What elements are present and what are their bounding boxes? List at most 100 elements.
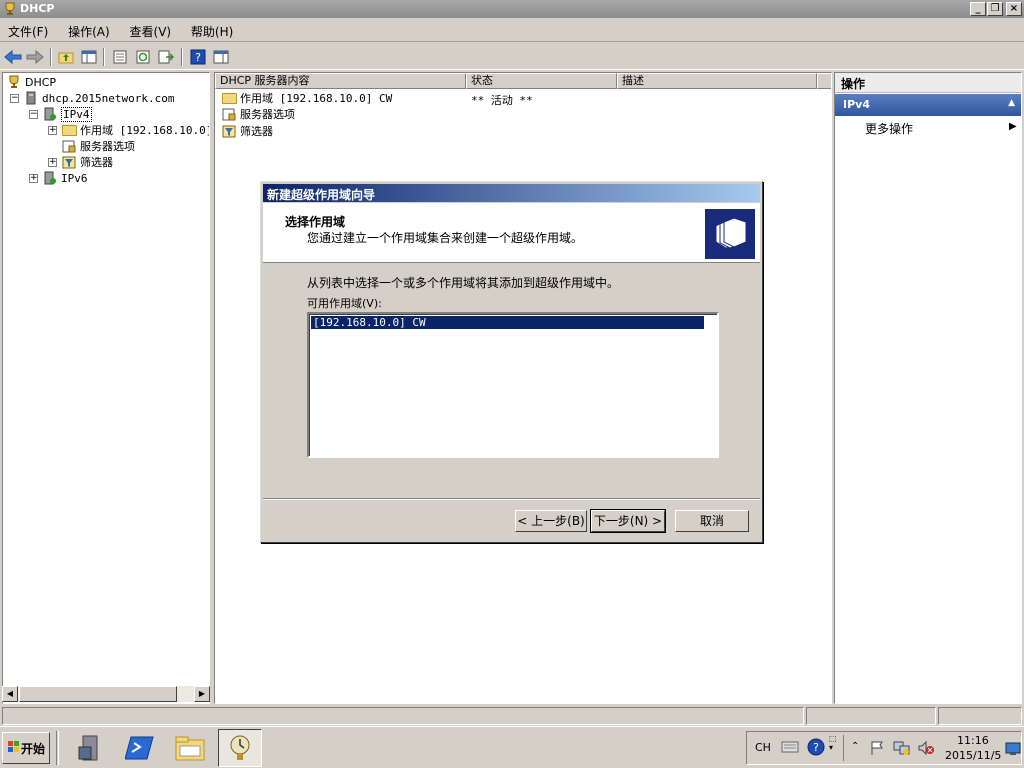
restore-button[interactable]: ❐ — [987, 2, 1003, 16]
wizard-heading: 选择作用域 — [285, 215, 346, 229]
actions-section-ipv4[interactable]: IPv4 ▲ — [835, 94, 1021, 116]
wizard-folders-icon — [705, 209, 755, 259]
row-name: 筛选器 — [240, 125, 273, 138]
tree-item-scope[interactable]: + 作用域 [192.168.10.0] CW — [48, 122, 210, 138]
expand-toggle[interactable]: + — [48, 157, 57, 167]
available-scopes-label: 可用作用域(V): — [307, 297, 382, 310]
volume-muted-icon[interactable] — [917, 740, 935, 759]
available-scopes-list[interactable]: [192.168.10.0] CW — [307, 312, 719, 458]
expand-toggle[interactable]: + — [48, 125, 57, 135]
forward-arrow-icon[interactable] — [25, 47, 45, 67]
toolbar-separator — [181, 48, 183, 66]
tree-item-ipv4[interactable]: − IPv4 — [29, 106, 92, 122]
toolbar-separator — [50, 48, 52, 66]
server-manager-icon[interactable] — [68, 729, 112, 767]
column-header-status[interactable]: 状态 — [466, 73, 617, 89]
tree-horizontal-scrollbar[interactable]: ◀ ▶ — [2, 686, 210, 702]
wizard-instruction: 从列表中选择一个或多个作用域将其添加到超级作用域中。 — [307, 276, 620, 290]
filter-icon — [61, 155, 77, 169]
collapse-toggle[interactable]: − — [29, 109, 38, 119]
dhcp-icon[interactable] — [218, 729, 262, 767]
server-icon — [23, 91, 39, 105]
list-item[interactable]: 筛选器 — [221, 123, 273, 139]
tree-item-filters[interactable]: + 筛选器 — [48, 154, 113, 170]
more-actions-label: 更多操作 — [865, 122, 914, 136]
tree-item-dhcp-root[interactable]: DHCP — [6, 74, 56, 90]
window-title-bar[interactable]: DHCP _ ❐ × — [0, 0, 1024, 18]
collapse-up-icon[interactable]: ▲ — [1008, 98, 1015, 108]
expand-toggle[interactable]: + — [29, 173, 38, 183]
dialog-separator — [263, 498, 760, 500]
collapse-toggle[interactable]: − — [10, 93, 19, 103]
actions-pane: 操作 IPv4 ▲ 更多操作 ▶ — [834, 72, 1022, 704]
svg-text:?: ? — [813, 741, 819, 754]
windows-logo-icon — [7, 740, 21, 757]
row-name: 作用域 [192.168.10.0] CW — [240, 92, 393, 105]
export-list-icon[interactable] — [156, 47, 176, 67]
back-arrow-icon[interactable] — [3, 47, 23, 67]
status-segment — [938, 707, 1022, 725]
list-item[interactable]: 服务器选项 — [221, 106, 295, 122]
submenu-arrow-icon: ▶ — [1009, 121, 1017, 132]
dhcp-trophy-icon — [3, 2, 17, 16]
toolbar-separator — [103, 48, 105, 66]
next-button[interactable]: 下一步(N) > — [590, 509, 666, 533]
help-icon[interactable]: ? — [807, 738, 825, 759]
refresh-icon[interactable] — [133, 47, 153, 67]
tree-item-server-options[interactable]: 服务器选项 — [61, 138, 135, 154]
menu-file[interactable]: 文件(F) — [0, 20, 56, 40]
show-hidden-icons-icon[interactable]: ⌃ — [851, 741, 859, 752]
status-segment — [2, 707, 804, 725]
dialog-title[interactable]: 新建超级作用域向导 — [263, 184, 760, 202]
minimize-button[interactable]: _ — [970, 2, 986, 16]
language-indicator[interactable]: CH — [755, 741, 771, 754]
row-name: 服务器选项 — [240, 108, 295, 121]
clock-date[interactable]: 2015/11/5 — [945, 749, 1001, 762]
show-desktop-icon[interactable] — [1005, 742, 1021, 759]
back-button[interactable]: < 上一步(B) — [515, 510, 587, 532]
start-button[interactable]: 开始 — [2, 732, 50, 764]
cancel-button[interactable]: 取消 — [675, 510, 749, 532]
explorer-icon[interactable] — [168, 729, 212, 767]
list-item[interactable]: 作用域 [192.168.10.0] CW — [221, 90, 392, 106]
clock-time[interactable]: 11:16 — [957, 734, 989, 747]
show-tree-icon[interactable] — [79, 47, 99, 67]
tree-label: IPv4 — [61, 106, 92, 122]
server-options-icon — [61, 139, 77, 153]
actions-header: 操作 — [835, 73, 1021, 93]
powershell-icon[interactable] — [118, 729, 162, 767]
ipv6-node-icon — [42, 171, 58, 185]
scrollbar-thumb[interactable] — [19, 686, 177, 702]
scroll-left-icon[interactable]: ◀ — [2, 686, 18, 702]
taskbar: 开始 CH ? ⬚ ▾ ⌃ 11:16 2015/11/5 — [0, 726, 1024, 768]
server-options-icon — [221, 107, 237, 121]
network-icon[interactable] — [893, 740, 911, 759]
show-action-pane-icon[interactable] — [211, 47, 231, 67]
menu-action[interactable]: 操作(A) — [60, 20, 118, 40]
more-actions-item[interactable]: 更多操作 — [865, 120, 913, 137]
menu-view[interactable]: 查看(V) — [122, 20, 180, 40]
keyboard-icon[interactable] — [781, 738, 799, 757]
console-tree[interactable]: DHCP − dhcp.2015network.com − IPv4 + 作用域… — [2, 72, 210, 704]
tree-item-ipv6[interactable]: + IPv6 — [29, 170, 88, 186]
start-label: 开始 — [20, 741, 45, 756]
tree-label: 作用域 [192.168.10.0] CW — [80, 124, 210, 137]
menu-help[interactable]: 帮助(H) — [183, 20, 241, 40]
list-item-selected[interactable]: [192.168.10.0] CW — [311, 316, 704, 329]
column-header-description[interactable]: 描述 — [617, 73, 817, 89]
taskbar-separator — [56, 731, 59, 765]
svg-text:?: ? — [195, 51, 201, 64]
folder-icon — [61, 123, 77, 137]
tree-item-server[interactable]: − dhcp.2015network.com — [10, 90, 174, 106]
up-folder-icon[interactable] — [56, 47, 76, 67]
help-icon[interactable]: ? — [188, 47, 208, 67]
scroll-right-icon[interactable]: ▶ — [194, 686, 210, 702]
column-header-name[interactable]: DHCP 服务器内容 — [215, 73, 466, 89]
close-button[interactable]: × — [1006, 2, 1022, 16]
input-options-icon[interactable]: ⬚ ▾ — [829, 734, 837, 752]
action-center-flag-icon[interactable] — [869, 740, 885, 759]
menu-bar: 文件(F) 操作(A) 查看(V) 帮助(H) — [0, 20, 1024, 42]
status-segment — [806, 707, 936, 725]
dhcp-trophy-icon — [6, 75, 22, 89]
properties-icon[interactable] — [110, 47, 130, 67]
